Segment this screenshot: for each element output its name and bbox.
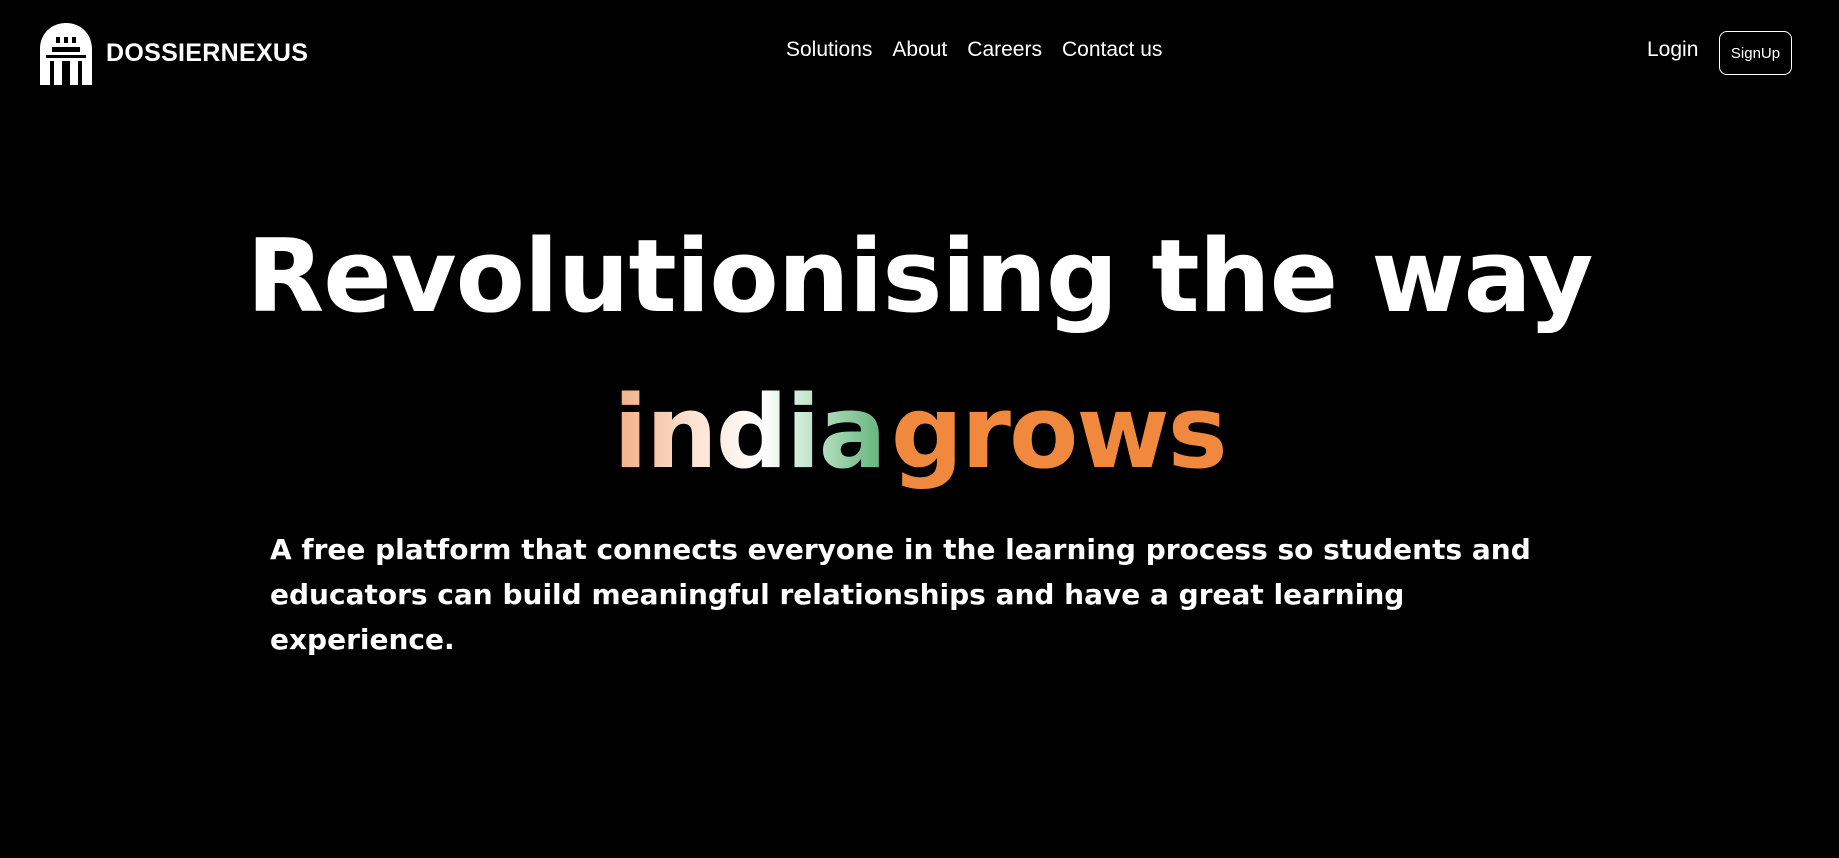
- tagline-grows: grows: [890, 373, 1228, 491]
- signup-button[interactable]: SignUp: [1719, 31, 1792, 75]
- hero-description: A free platform that connects everyone i…: [270, 533, 1531, 656]
- brand-name: DOSSIERNEXUS: [106, 38, 309, 67]
- hero-title: Revolutionising the way: [246, 217, 1594, 335]
- nav-link-contact[interactable]: Contact us: [1062, 38, 1162, 62]
- navbar: DOSSIERNEXUS Solutions About Careers Con…: [0, 0, 1839, 104]
- nav-link-careers[interactable]: Careers: [967, 38, 1042, 62]
- main-nav: Solutions About Careers Contact us: [786, 38, 1162, 62]
- hero-tagline: indiagrows: [0, 368, 1839, 496]
- nav-link-about[interactable]: About: [892, 38, 947, 62]
- login-link[interactable]: Login: [1647, 38, 1698, 62]
- castle-gate-logo-icon: [38, 21, 94, 85]
- tagline-india: india: [613, 373, 887, 491]
- brand-link[interactable]: DOSSIERNEXUS: [38, 21, 308, 85]
- nav-link-solutions[interactable]: Solutions: [786, 38, 872, 62]
